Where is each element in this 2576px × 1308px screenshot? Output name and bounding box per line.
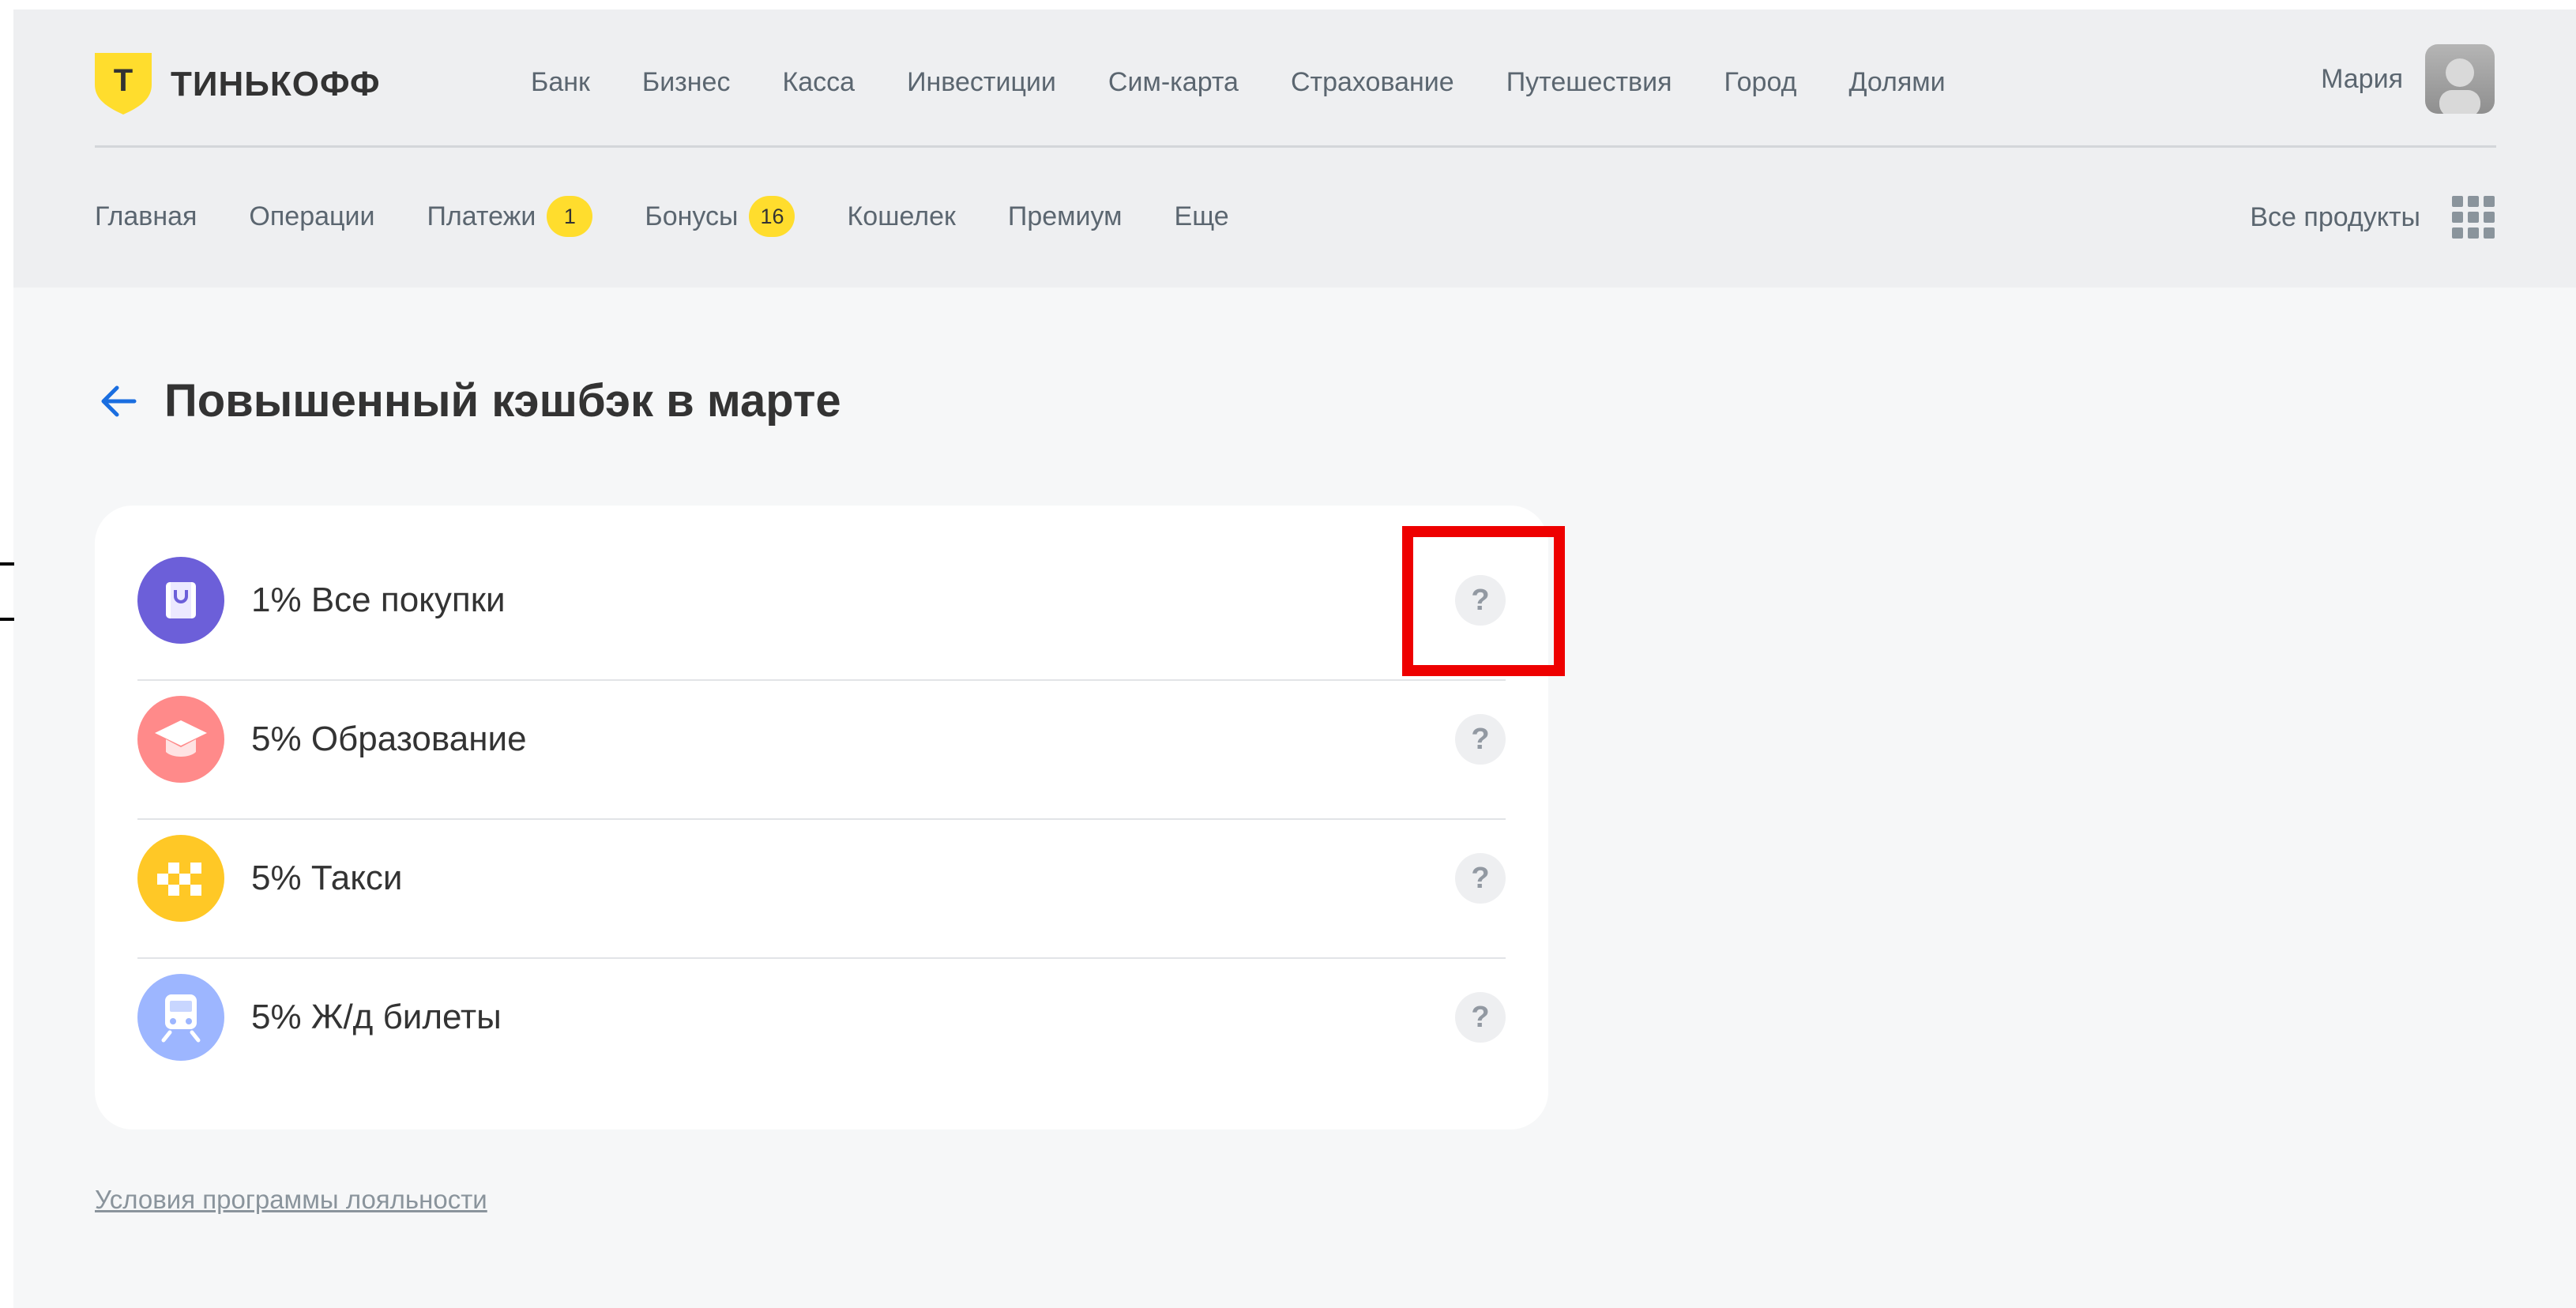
cashback-label: 5% Ж/д билеты xyxy=(251,998,502,1036)
grid-icon xyxy=(2452,196,2495,239)
all-products-label: Все продукты xyxy=(2250,201,2420,232)
sub-nav-premium[interactable]: Премиум xyxy=(1008,201,1123,232)
cashback-row-all-purchases[interactable]: 1% Все покупки ? xyxy=(137,531,1506,670)
all-products-button[interactable]: Все продукты xyxy=(2250,196,2495,239)
cashback-label: 5% Образование xyxy=(251,720,527,758)
cashback-card: 1% Все покупки ? 5% Образование ? 5% Так… xyxy=(95,506,1548,1129)
sub-nav-premium-label: Премиум xyxy=(1007,201,1123,231)
cashback-label: 5% Такси xyxy=(251,859,403,897)
back-arrow-icon[interactable] xyxy=(95,378,142,425)
top-nav-insurance[interactable]: Страхование xyxy=(1291,58,1454,106)
sub-nav-more-label: Еще xyxy=(1174,201,1229,231)
loyalty-terms-link[interactable]: Условия программы лояльности xyxy=(95,1185,487,1215)
avatar[interactable] xyxy=(2425,44,2495,114)
graduation-cap-icon xyxy=(137,696,224,783)
cashback-row-taxi[interactable]: 5% Такси ? xyxy=(137,809,1506,948)
sub-nav-bonuses-label: Бонусы xyxy=(645,201,739,231)
edge-marker xyxy=(0,618,14,621)
page-title: Повышенный кэшбэк в марте xyxy=(164,375,841,427)
sub-nav-home-label: Главная xyxy=(95,201,197,231)
header: Т ТИНЬКОФФ Банк Бизнес Касса Инвестиции … xyxy=(13,9,2576,288)
sub-nav-payments[interactable]: Платежи 1 xyxy=(427,196,593,237)
sub-nav-home[interactable]: Главная xyxy=(95,201,197,232)
top-nav-dolyami[interactable]: Долями xyxy=(1848,58,1945,106)
train-icon xyxy=(137,974,224,1061)
top-nav-city[interactable]: Город xyxy=(1724,58,1796,106)
top-nav-kassa[interactable]: Касса xyxy=(782,58,855,106)
sub-nav-bonuses[interactable]: Бонусы 16 xyxy=(645,196,795,237)
sub-nav-wallet[interactable]: Кошелек xyxy=(847,201,955,232)
edge-marker xyxy=(0,562,14,566)
user-name: Мария xyxy=(2321,63,2403,94)
title-row: Повышенный кэшбэк в марте xyxy=(95,374,841,427)
sub-nav-operations-label: Операции xyxy=(249,201,375,231)
page: Т ТИНЬКОФФ Банк Бизнес Касса Инвестиции … xyxy=(13,9,2576,1308)
user-silhouette-icon xyxy=(2439,58,2480,114)
user-menu[interactable]: Мария xyxy=(2321,44,2495,114)
help-button[interactable]: ? xyxy=(1455,714,1506,765)
payments-badge: 1 xyxy=(547,196,593,237)
top-nav: Банк Бизнес Касса Инвестиции Сим-карта С… xyxy=(531,58,1998,106)
help-button[interactable]: ? xyxy=(1455,992,1506,1043)
top-nav-investments[interactable]: Инвестиции xyxy=(907,58,1056,106)
sub-nav-operations[interactable]: Операции xyxy=(249,201,374,232)
logo-letter: Т xyxy=(114,63,133,98)
highlight-annotation-box xyxy=(1402,526,1565,676)
brand-logo[interactable]: Т ТИНЬКОФФ xyxy=(95,51,381,118)
taxi-checker-icon xyxy=(137,835,224,922)
top-nav-travel[interactable]: Путешествия xyxy=(1506,58,1672,106)
sub-nav: Главная Операции Платежи 1 Бонусы 16 Кошел… xyxy=(95,196,1281,237)
sub-nav-wallet-label: Кошелек xyxy=(847,201,956,231)
bonuses-badge: 16 xyxy=(749,196,795,237)
top-nav-business[interactable]: Бизнес xyxy=(642,58,731,106)
shopping-bag-icon xyxy=(137,557,224,644)
cashback-label: 1% Все покупки xyxy=(251,581,506,619)
sub-nav-payments-label: Платежи xyxy=(427,201,536,231)
header-divider xyxy=(95,145,2496,148)
brand-name: ТИНЬКОФФ xyxy=(171,65,381,103)
cashback-row-education[interactable]: 5% Образование ? xyxy=(137,670,1506,809)
sub-nav-more[interactable]: Еще xyxy=(1175,201,1229,232)
top-nav-sim[interactable]: Сим-карта xyxy=(1108,58,1239,106)
cashback-row-train-tickets[interactable]: 5% Ж/д билеты ? xyxy=(137,948,1506,1087)
top-nav-bank[interactable]: Банк xyxy=(531,58,590,106)
help-button[interactable]: ? xyxy=(1455,853,1506,904)
shield-logo-icon: Т xyxy=(95,53,152,116)
